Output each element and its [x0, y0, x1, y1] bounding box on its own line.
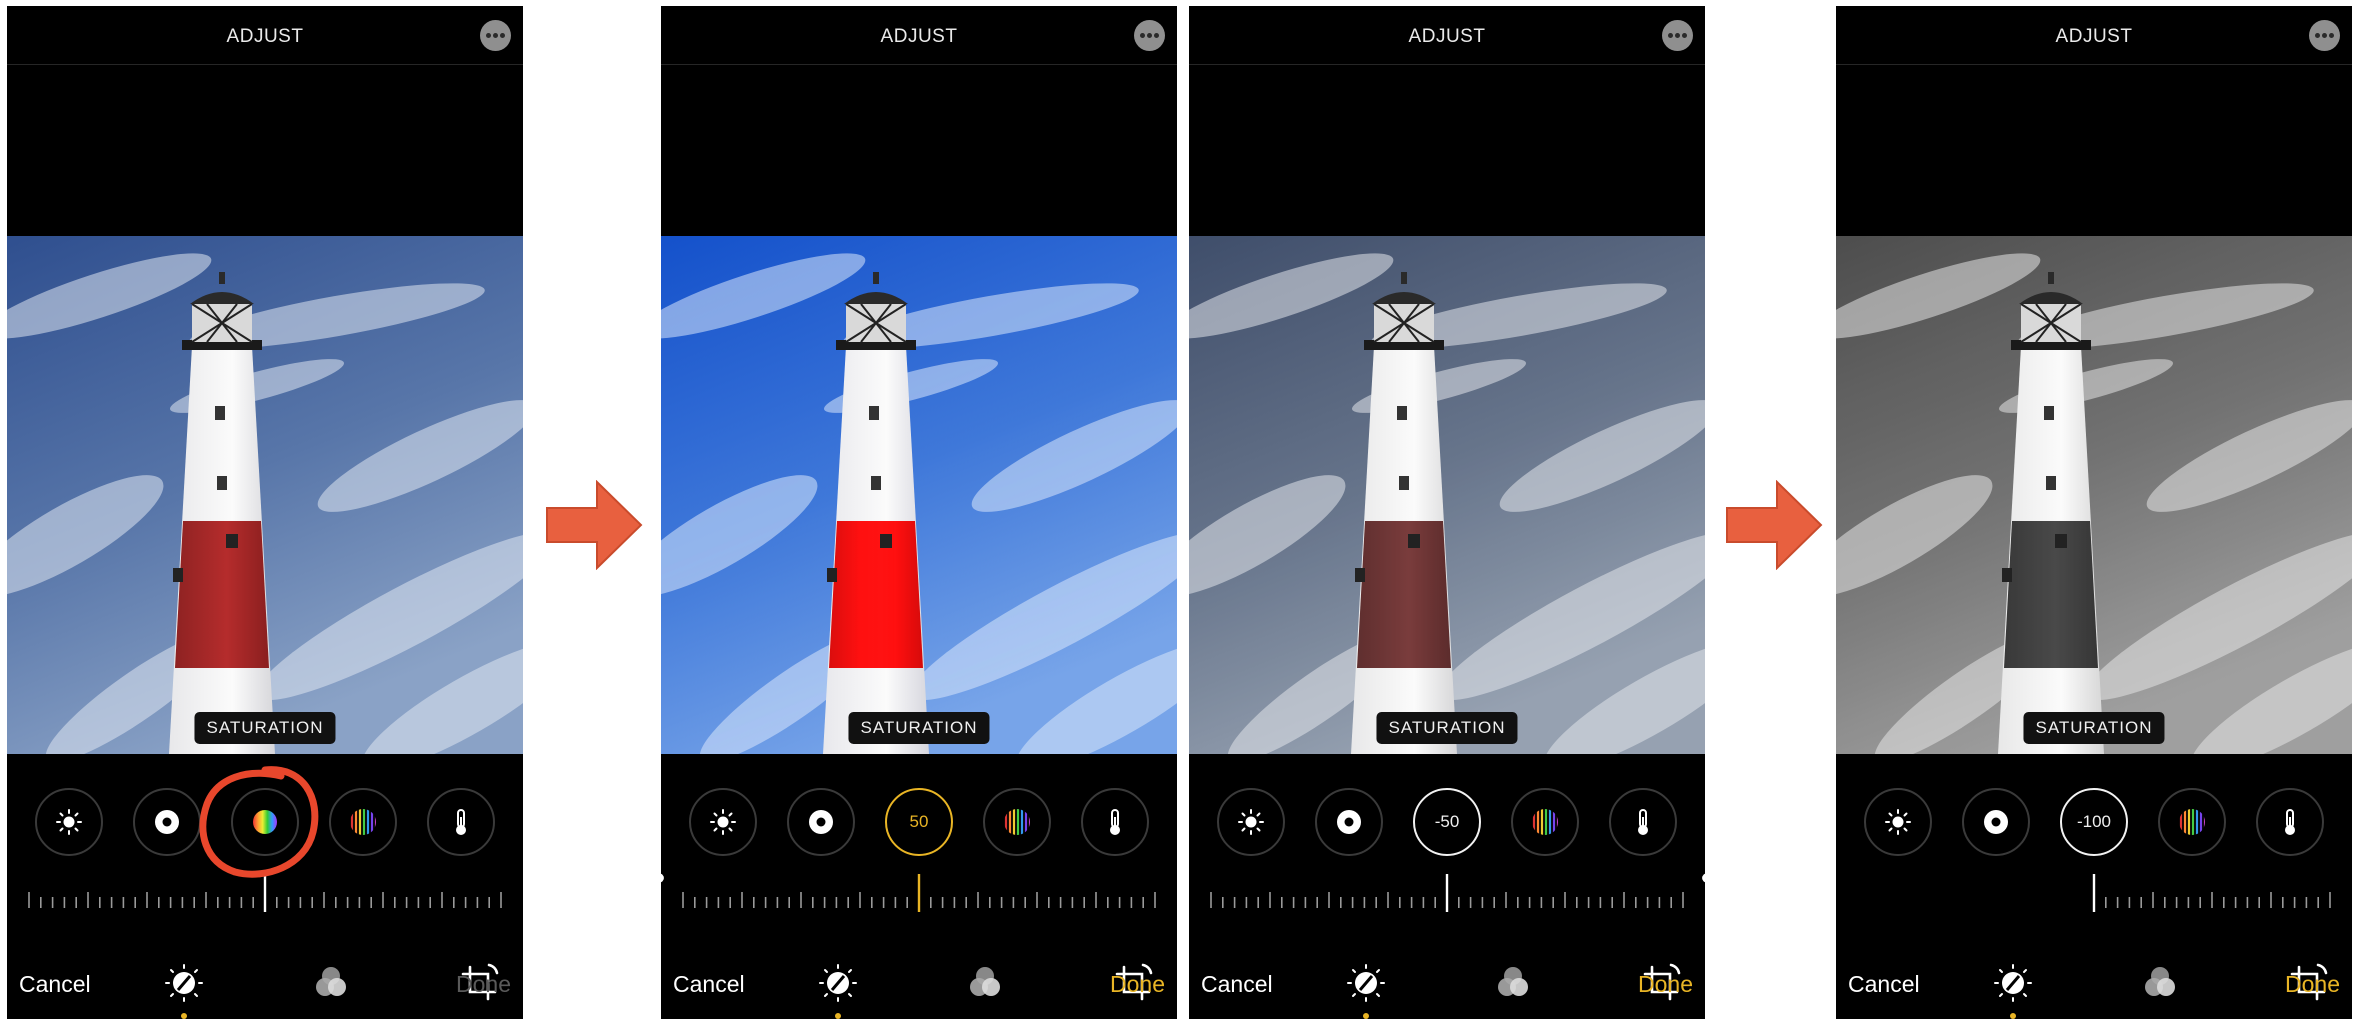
filters-icon[interactable] — [1489, 959, 1537, 1007]
filters-icon[interactable] — [307, 959, 355, 1007]
tool-vibrance[interactable] — [2158, 788, 2226, 856]
lighthouse-photo — [1189, 236, 1705, 754]
saturation-slider[interactable] — [661, 866, 1177, 926]
active-tab-dot — [181, 1013, 187, 1019]
adjust-icon[interactable] — [814, 959, 862, 1019]
sun-icon — [1866, 790, 1930, 854]
vibrance-icon — [2160, 790, 2224, 854]
lighthouse-photo — [661, 236, 1177, 754]
active-tab-dot — [1363, 1013, 1369, 1019]
cancel-button[interactable]: Cancel — [1201, 971, 1273, 998]
tool-vignette[interactable] — [787, 788, 855, 856]
tool-saturation[interactable]: 50 — [885, 788, 953, 856]
sun-icon — [37, 790, 101, 854]
screen-title: ADJUST — [2055, 26, 2133, 47]
tool-sun[interactable] — [35, 788, 103, 856]
tool-vibrance[interactable] — [983, 788, 1051, 856]
saturation-slider[interactable] — [1189, 866, 1705, 926]
thermometer-icon — [429, 790, 493, 854]
adjustment-label: SATURATION — [2023, 712, 2165, 744]
thermometer-icon — [2258, 790, 2322, 854]
right-arrow-icon — [1726, 480, 1823, 570]
thermometer-icon — [1611, 790, 1675, 854]
top-bar: ADJUST — [661, 6, 1177, 65]
vibrance-icon — [1513, 790, 1577, 854]
adjust-icon[interactable] — [1989, 959, 2037, 1019]
more-options-icon[interactable] — [480, 20, 511, 51]
adjust-icon[interactable] — [1342, 959, 1390, 1019]
adjust-icon[interactable] — [160, 959, 208, 1019]
more-options-icon[interactable] — [1134, 20, 1165, 51]
screen-title: ADJUST — [880, 26, 958, 47]
done-button[interactable]: Done — [1638, 971, 1693, 998]
done-button[interactable]: Done — [2285, 971, 2340, 998]
saturation-value: -100 — [2076, 812, 2112, 831]
top-bar: ADJUST — [1836, 6, 2352, 65]
tool-vibrance[interactable] — [1511, 788, 1579, 856]
vignette-icon — [135, 790, 199, 854]
adjustment-label: SATURATION — [1376, 712, 1518, 744]
sun-icon — [691, 790, 755, 854]
filters-icon[interactable] — [2136, 959, 2184, 1007]
phone-panel-4: ADJUST SATURATION -100 Cancel Done — [1836, 6, 2352, 1019]
bottom-bar: Cancel Done — [1836, 951, 2352, 1019]
saturation-slider[interactable] — [1836, 866, 2352, 926]
phone-panel-2: ADJUST SATURATION 50 Cancel Done — [661, 6, 1177, 1019]
sun-icon — [1219, 790, 1283, 854]
tool-sun[interactable] — [689, 788, 757, 856]
active-tab-dot — [835, 1013, 841, 1019]
tool-vibrance[interactable] — [329, 788, 397, 856]
vibrance-icon — [331, 790, 395, 854]
tool-sun[interactable] — [1217, 788, 1285, 856]
more-options-icon[interactable] — [2309, 20, 2340, 51]
tool-thermometer[interactable] — [427, 788, 495, 856]
cancel-button[interactable]: Cancel — [19, 971, 91, 998]
tool-vignette[interactable] — [1962, 788, 2030, 856]
tool-thermometer[interactable] — [1609, 788, 1677, 856]
screen-title: ADJUST — [1408, 26, 1486, 47]
screen-title: ADJUST — [226, 26, 304, 47]
saturation-value: -50 — [1434, 812, 1460, 831]
annotation-circle — [199, 766, 319, 878]
phone-panel-3: ADJUST SATURATION -50 Cancel Done — [1189, 6, 1705, 1019]
adjustment-tools: 50 — [661, 788, 1177, 860]
tool-thermometer[interactable] — [2256, 788, 2324, 856]
more-options-icon[interactable] — [1662, 20, 1693, 51]
vibrance-icon — [985, 790, 1049, 854]
bottom-bar: Cancel Done — [1189, 951, 1705, 1019]
tool-vignette[interactable] — [133, 788, 201, 856]
cancel-button[interactable]: Cancel — [1848, 971, 1920, 998]
done-button[interactable]: Done — [456, 971, 511, 998]
bottom-bar: Cancel Done — [661, 951, 1177, 1019]
tool-saturation[interactable]: -100 — [2060, 788, 2128, 856]
right-arrow-icon — [546, 480, 643, 570]
active-tab-dot — [2010, 1013, 2016, 1019]
cancel-button[interactable]: Cancel — [673, 971, 745, 998]
adjustment-tools: -50 — [1189, 788, 1705, 860]
adjustment-label: SATURATION — [848, 712, 990, 744]
tool-sun[interactable] — [1864, 788, 1932, 856]
tool-thermometer[interactable] — [1081, 788, 1149, 856]
thermometer-icon — [1083, 790, 1147, 854]
lighthouse-photo — [1836, 236, 2352, 754]
lighthouse-photo — [7, 236, 523, 754]
adjustment-tools: -100 — [1836, 788, 2352, 860]
vignette-icon — [1964, 790, 2028, 854]
vignette-icon — [1317, 790, 1381, 854]
done-button[interactable]: Done — [1110, 971, 1165, 998]
top-bar: ADJUST — [7, 6, 523, 65]
vignette-icon — [789, 790, 853, 854]
top-bar: ADJUST — [1189, 6, 1705, 65]
adjustment-label: SATURATION — [194, 712, 336, 744]
tool-saturation[interactable]: -50 — [1413, 788, 1481, 856]
filters-icon[interactable] — [961, 959, 1009, 1007]
bottom-bar: Cancel Done — [7, 951, 523, 1019]
saturation-value: 50 — [909, 812, 929, 831]
tool-vignette[interactable] — [1315, 788, 1383, 856]
